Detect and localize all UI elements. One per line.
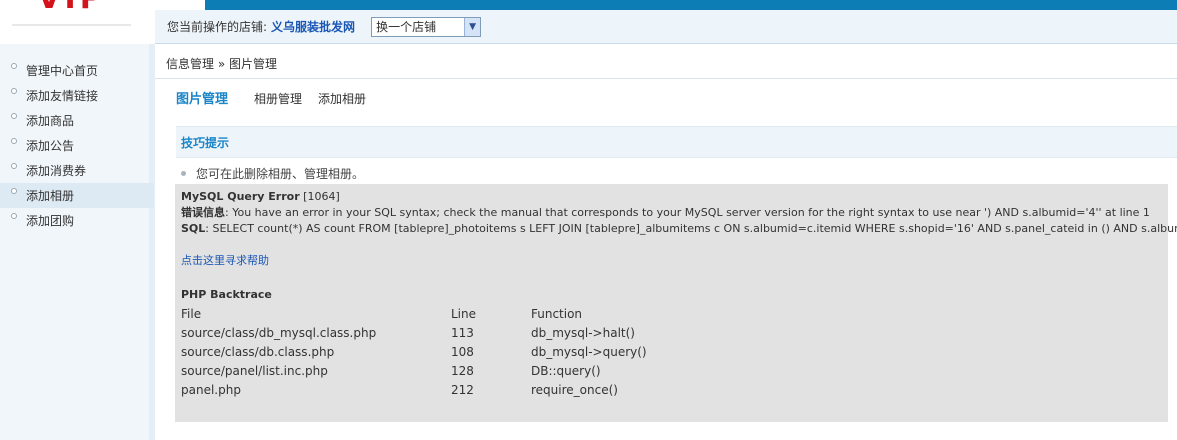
- table-row: panel.php 212 require_once(): [181, 381, 1162, 400]
- error-code: [1064]: [303, 190, 340, 203]
- logo-area: VIP: [0, 0, 155, 44]
- error-info-label: 错误信息: [181, 206, 225, 219]
- backtrace-file: source/class/db_mysql.class.php: [181, 326, 377, 340]
- sidebar-list: 管理中心首页 添加友情链接 添加商品添加公告添加消费券添加相册添加团购: [0, 58, 154, 233]
- store-bar: 您当前操作的店铺: 义乌服装批发网 换一个店铺 ▼: [155, 10, 1177, 44]
- backtrace-file: source/class/db.class.php: [181, 345, 335, 359]
- sidebar-item-label: 添加相册: [26, 189, 75, 203]
- sidebar-item[interactable]: 管理中心首页: [0, 58, 154, 83]
- help-line: 点击这里寻求帮助: [181, 253, 1162, 269]
- tab-image-management[interactable]: 图片管理: [176, 88, 228, 107]
- backtrace-title: PHP Backtrace: [181, 288, 272, 301]
- tab-album-management[interactable]: 相册管理: [254, 90, 302, 107]
- help-link[interactable]: 点击这里寻求帮助: [181, 254, 269, 267]
- table-row: source/class/db_mysql.class.php 113 db_mys…: [181, 324, 1162, 343]
- sidebar-item[interactable]: 添加友情链接: [0, 83, 154, 108]
- error-sql-text: : SELECT count(*) AS count FROM [tablepr…: [205, 222, 1177, 235]
- backtrace-rows: source/class/db_mysql.class.php 113 db_mys…: [181, 324, 1162, 400]
- error-sql-line: SQL: SELECT count(*) AS count FROM [tabl…: [181, 221, 1177, 237]
- backtrace-header-row: File Line Function: [181, 305, 1162, 324]
- sidebar-item-label: 添加商品: [26, 114, 75, 128]
- tips-title: 技巧提示: [181, 135, 230, 150]
- sidebar-item-label: 添加友情链接: [26, 89, 99, 103]
- store-select[interactable]: 换一个店铺 ▼: [371, 16, 482, 37]
- breadcrumb: 信息管理 » 图片管理: [166, 57, 277, 71]
- logo[interactable]: VIP: [12, 0, 131, 26]
- sidebar: 管理中心首页 添加友情链接 添加商品添加公告添加消费券添加相册添加团购: [0, 44, 155, 440]
- backtrace-function: require_once(): [531, 383, 618, 397]
- circle-bullet-icon: [11, 113, 17, 119]
- backtrace-line: 108: [451, 345, 474, 359]
- sidebar-item-label: 管理中心首页: [26, 64, 99, 78]
- bullet-icon: [181, 171, 186, 176]
- backtrace-line: 212: [451, 383, 474, 397]
- tip-item: 您可在此删除相册、管理相册。: [181, 165, 364, 182]
- circle-bullet-icon: [11, 188, 17, 194]
- backtrace-file: panel.php: [181, 383, 241, 397]
- store-label: 您当前操作的店铺:: [167, 20, 268, 34]
- circle-bullet-icon: [11, 163, 17, 169]
- sidebar-item-label: 添加公告: [26, 139, 75, 153]
- tab-add-album[interactable]: 添加相册: [318, 90, 366, 107]
- table-row: source/class/db.class.php 108 db_mysql->qu…: [181, 343, 1162, 362]
- error-sql-label: SQL: [181, 222, 206, 235]
- backtrace-file: source/panel/list.inc.php: [181, 364, 328, 378]
- backtrace-function: db_mysql->query(): [531, 345, 647, 359]
- error-title: MySQL Query Error: [181, 190, 300, 203]
- backtrace-line: 128: [451, 364, 474, 378]
- breadcrumb-divider: [155, 78, 1177, 79]
- store-select-value: 换一个店铺: [376, 20, 437, 34]
- circle-bullet-icon: [11, 213, 17, 219]
- sidebar-item-label: 添加团购: [26, 214, 75, 228]
- column-header-line: Line: [451, 307, 477, 321]
- column-header-function: Function: [531, 307, 583, 321]
- top-strip: [155, 0, 1177, 10]
- error-info-line: 错误信息: You have an error in your SQL synt…: [181, 205, 1162, 221]
- tips-header: 技巧提示: [176, 126, 1177, 158]
- sidebar-item[interactable]: 添加相册: [0, 183, 154, 208]
- chevron-down-icon[interactable]: ▼: [464, 17, 481, 36]
- error-box: MySQL Query Error [1064] 错误信息: You have …: [175, 184, 1177, 422]
- backtrace-function: db_mysql->halt(): [531, 326, 635, 340]
- backtrace-line: 113: [451, 326, 474, 340]
- backtrace-table: File Line Function source/class/db_mysql…: [181, 305, 1162, 400]
- error-title-line: MySQL Query Error [1064]: [181, 189, 1162, 205]
- sidebar-item-label: 添加消费券: [26, 164, 87, 178]
- sidebar-item[interactable]: 添加商品: [0, 108, 154, 133]
- main-content: 信息管理 » 图片管理 图片管理 相册管理 添加相册 技巧提示 您可在此删除相册…: [155, 44, 1177, 440]
- table-row: source/panel/list.inc.php 128 DB::query(): [181, 362, 1162, 381]
- tip-text: 您可在此删除相册、管理相册。: [196, 167, 365, 181]
- current-store-name[interactable]: 义乌服装批发网: [271, 18, 355, 35]
- tab-bar: 图片管理 相册管理 添加相册: [176, 88, 382, 107]
- sidebar-item[interactable]: 添加团购: [0, 208, 154, 233]
- circle-bullet-icon: [11, 63, 17, 69]
- sidebar-item[interactable]: 添加公告: [0, 133, 154, 158]
- logo-text: VIP: [37, 0, 105, 14]
- sidebar-item[interactable]: 添加消费券: [0, 158, 154, 183]
- circle-bullet-icon: [11, 88, 17, 94]
- backtrace-function: DB::query(): [531, 364, 601, 378]
- circle-bullet-icon: [11, 138, 17, 144]
- error-info-text: : You have an error in your SQL syntax; …: [225, 206, 1150, 219]
- column-header-file: File: [181, 307, 202, 321]
- top-strip-tab: [155, 0, 205, 10]
